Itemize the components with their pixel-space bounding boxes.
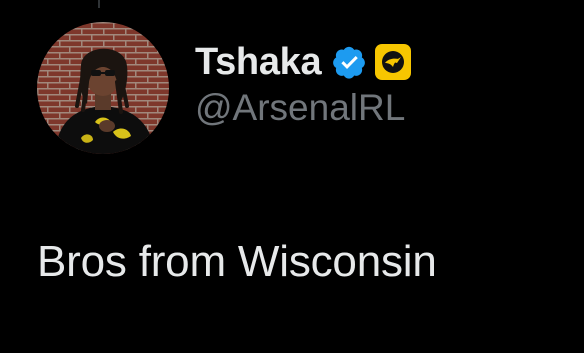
tweet-text: Bros from Wisconsin <box>37 237 437 286</box>
organization-affiliate-icon[interactable] <box>375 44 412 80</box>
tweet-card[interactable]: Tshaka @ArsenalRL Bros from Wisconsin <box>0 0 584 353</box>
verified-checkmark-icon[interactable] <box>333 45 367 79</box>
author-display-name[interactable]: Tshaka <box>195 40 322 84</box>
tweet-header: Tshaka @ArsenalRL <box>195 40 412 130</box>
author-handle[interactable]: @ArsenalRL <box>195 86 411 130</box>
name-row: Tshaka <box>195 40 412 84</box>
avatar[interactable] <box>37 22 169 154</box>
avatar-photo <box>37 22 169 154</box>
thread-connector-line <box>98 0 100 8</box>
